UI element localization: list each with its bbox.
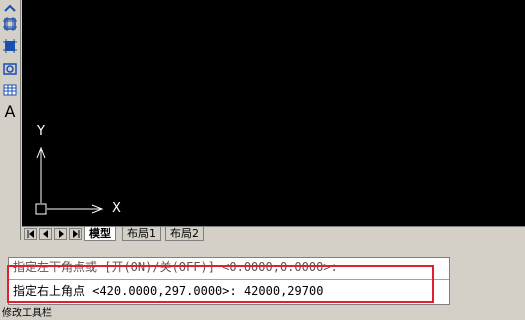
- drawing-canvas[interactable]: Y X: [22, 0, 525, 226]
- status-text: 修改工具栏: [2, 308, 52, 319]
- highlight-box: [7, 265, 434, 303]
- table-icon[interactable]: [2, 82, 18, 98]
- tab-layout2[interactable]: 布局2: [165, 227, 204, 241]
- tab-layout1[interactable]: 布局1: [122, 227, 161, 241]
- draw-toolbar: A: [0, 0, 21, 240]
- layout-tabbar: 模型 布局1 布局2: [22, 226, 525, 242]
- next-icon[interactable]: [54, 228, 67, 240]
- ucs-x-label: X: [112, 201, 121, 216]
- move-up-icon[interactable]: [2, 0, 18, 16]
- text-icon[interactable]: A: [2, 104, 18, 120]
- tab-model[interactable]: 模型: [84, 227, 116, 241]
- ucs-icon: [35, 146, 104, 215]
- last-icon[interactable]: [69, 228, 82, 240]
- first-icon[interactable]: [24, 228, 37, 240]
- ucs-y-label: Y: [37, 124, 45, 139]
- prev-icon[interactable]: [39, 228, 52, 240]
- circle-rect-icon[interactable]: [2, 60, 18, 76]
- hatch-icon[interactable]: [2, 16, 18, 32]
- region-icon[interactable]: [2, 38, 18, 54]
